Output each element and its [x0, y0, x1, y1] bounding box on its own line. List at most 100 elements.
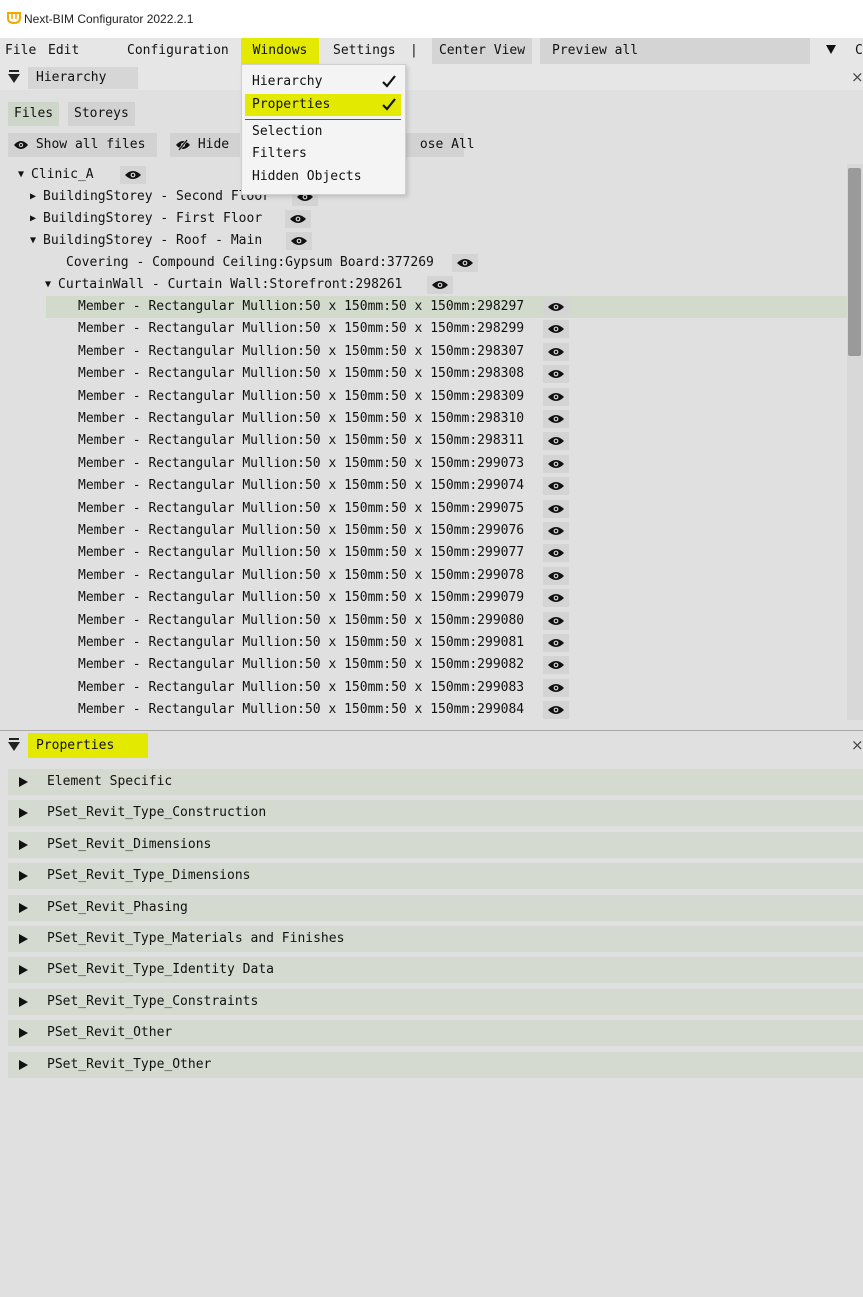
tree-node-member[interactable]: Member - Rectangular Mullion:50 x 150mm:…: [0, 520, 847, 542]
tree-node-first-floor[interactable]: ▶ BuildingStorey - First Floor: [0, 208, 847, 230]
expand-arrow-icon[interactable]: [19, 808, 28, 819]
eye-icon[interactable]: [543, 410, 569, 428]
property-section-row[interactable]: PSet_Revit_Phasing: [8, 894, 863, 921]
preview-all-button[interactable]: Preview all: [540, 38, 810, 64]
expand-arrow-icon[interactable]: [19, 934, 28, 944]
expand-arrow-icon[interactable]: [19, 996, 28, 1007]
eye-icon[interactable]: [543, 634, 569, 652]
expand-arrow-icon[interactable]: [19, 965, 28, 976]
collapse-icon[interactable]: [8, 738, 20, 751]
eye-icon[interactable]: [543, 454, 569, 473]
panel-divider[interactable]: [0, 730, 863, 731]
tree-node-member[interactable]: Member - Rectangular Mullion:50 x 150mm:…: [0, 498, 847, 520]
eye-icon[interactable]: [543, 298, 569, 316]
hide-button[interactable]: Hide: [170, 133, 240, 157]
eye-icon[interactable]: [543, 522, 569, 540]
eye-icon[interactable]: [543, 365, 569, 384]
hierarchy-scrollbar-thumb[interactable]: [848, 168, 861, 356]
eye-icon[interactable]: [452, 254, 478, 272]
tree-node-member[interactable]: Member - Rectangular Mullion:50 x 150mm:…: [0, 632, 847, 654]
property-section-row[interactable]: PSet_Revit_Dimensions: [8, 831, 863, 858]
expanded-caret-icon[interactable]: ▼: [30, 230, 36, 252]
tab-storeys[interactable]: Storeys: [68, 102, 135, 126]
eye-icon[interactable]: [543, 589, 569, 608]
menu-item-properties[interactable]: Properties: [245, 94, 401, 116]
tree-node-member[interactable]: Member - Rectangular Mullion:50 x 150mm:…: [0, 565, 847, 587]
menu-item-hierarchy[interactable]: Hierarchy: [245, 71, 401, 93]
eye-icon[interactable]: [543, 566, 569, 585]
collapse-icon[interactable]: [8, 70, 20, 83]
menu-item-filters[interactable]: Filters: [245, 143, 401, 165]
eye-icon[interactable]: [543, 320, 569, 339]
tree-node-member[interactable]: Member - Rectangular Mullion:50 x 150mm:…: [0, 408, 847, 430]
expanded-caret-icon[interactable]: ▼: [18, 164, 24, 186]
property-section-row[interactable]: PSet_Revit_Type_Materials and Finishes: [8, 926, 863, 952]
menu-configuration[interactable]: Configuration: [127, 38, 229, 64]
eye-icon[interactable]: [120, 166, 146, 184]
property-section-row[interactable]: PSet_Revit_Type_Dimensions: [8, 863, 863, 890]
tree-node-member[interactable]: Member - Rectangular Mullion:50 x 150mm:…: [0, 363, 847, 385]
property-section-row[interactable]: PSet_Revit_Other: [8, 1020, 863, 1047]
expand-arrow-icon[interactable]: [19, 839, 28, 850]
eye-icon[interactable]: [427, 276, 453, 294]
menu-separator: |: [410, 43, 418, 58]
tree-node-second-floor[interactable]: ▶ BuildingStorey - Second Floor: [0, 186, 847, 208]
center-view-button[interactable]: Center View: [432, 38, 532, 64]
tab-files[interactable]: Files: [8, 102, 60, 126]
eye-icon[interactable]: [543, 701, 569, 720]
tree-node-member[interactable]: Member - Rectangular Mullion:50 x 150mm:…: [0, 341, 847, 363]
eye-icon: [14, 140, 28, 149]
close-icon[interactable]: ×: [851, 64, 863, 90]
eye-icon[interactable]: [543, 342, 569, 361]
menu-overflow-dropdown[interactable]: [825, 38, 837, 64]
eye-icon[interactable]: [543, 678, 569, 697]
menu-windows[interactable]: Windows: [241, 38, 319, 64]
tree-node-member[interactable]: Member - Rectangular Mullion:50 x 150mm:…: [0, 475, 847, 497]
show-all-files-button[interactable]: Show all files: [8, 133, 157, 157]
expanded-caret-icon[interactable]: ▼: [45, 274, 51, 296]
tree-node-member[interactable]: Member - Rectangular Mullion:50 x 150mm:…: [46, 296, 847, 318]
expand-arrow-icon[interactable]: [19, 871, 28, 882]
tree-node-member[interactable]: Member - Rectangular Mullion:50 x 150mm:…: [0, 386, 847, 408]
eye-icon[interactable]: [543, 499, 569, 518]
expand-arrow-icon[interactable]: [19, 1028, 28, 1039]
eye-icon[interactable]: [543, 477, 569, 496]
property-section-row[interactable]: Element Specific: [8, 769, 863, 795]
tree-node-covering[interactable]: Covering - Compound Ceiling:Gypsum Board…: [0, 252, 847, 274]
tree-node-member[interactable]: Member - Rectangular Mullion:50 x 150mm:…: [0, 453, 847, 475]
tree-node-curtain-wall[interactable]: ▼ CurtainWall - Curtain Wall:Storefront:…: [0, 274, 847, 296]
expand-arrow-icon[interactable]: [19, 902, 28, 913]
menu-overflow-text[interactable]: C: [855, 38, 863, 64]
eye-icon[interactable]: [285, 210, 311, 228]
collapsed-caret-icon[interactable]: ▶: [30, 208, 36, 230]
collapsed-caret-icon[interactable]: ▶: [30, 186, 36, 208]
tree-node-member[interactable]: Member - Rectangular Mullion:50 x 150mm:…: [0, 610, 847, 632]
expand-arrow-icon[interactable]: [19, 777, 28, 787]
eye-icon[interactable]: [543, 656, 569, 675]
menu-item-selection[interactable]: Selection: [245, 121, 401, 143]
tree-node-member[interactable]: Member - Rectangular Mullion:50 x 150mm:…: [0, 542, 847, 564]
tree-node-member[interactable]: Member - Rectangular Mullion:50 x 150mm:…: [0, 699, 847, 720]
eye-icon[interactable]: [543, 432, 569, 451]
menu-file[interactable]: File: [5, 38, 36, 64]
eye-icon[interactable]: [543, 544, 569, 563]
tree-node-root[interactable]: ▼ Clinic_A: [0, 164, 847, 186]
eye-icon[interactable]: [543, 611, 569, 630]
close-icon[interactable]: ×: [851, 732, 863, 758]
tree-node-member[interactable]: Member - Rectangular Mullion:50 x 150mm:…: [0, 318, 847, 340]
tree-node-member[interactable]: Member - Rectangular Mullion:50 x 150mm:…: [0, 654, 847, 676]
expand-arrow-icon[interactable]: [19, 1059, 28, 1070]
property-section-row[interactable]: PSet_Revit_Type_Constraints: [8, 988, 863, 1015]
menu-edit[interactable]: Edit: [48, 38, 79, 64]
property-section-row[interactable]: PSet_Revit_Type_Other: [8, 1051, 863, 1078]
menu-item-hidden-objects[interactable]: Hidden Objects: [245, 166, 401, 188]
tree-node-member[interactable]: Member - Rectangular Mullion:50 x 150mm:…: [0, 677, 847, 699]
property-section-row[interactable]: PSet_Revit_Type_Identity Data: [8, 957, 863, 984]
property-section-row[interactable]: PSet_Revit_Type_Construction: [8, 800, 863, 827]
menu-settings[interactable]: Settings: [333, 38, 396, 64]
eye-icon[interactable]: [543, 387, 569, 406]
tree-node-member[interactable]: Member - Rectangular Mullion:50 x 150mm:…: [0, 587, 847, 609]
eye-icon[interactable]: [286, 232, 312, 250]
tree-node-member[interactable]: Member - Rectangular Mullion:50 x 150mm:…: [0, 430, 847, 452]
tree-node-roof-main[interactable]: ▼ BuildingStorey - Roof - Main: [0, 230, 847, 252]
